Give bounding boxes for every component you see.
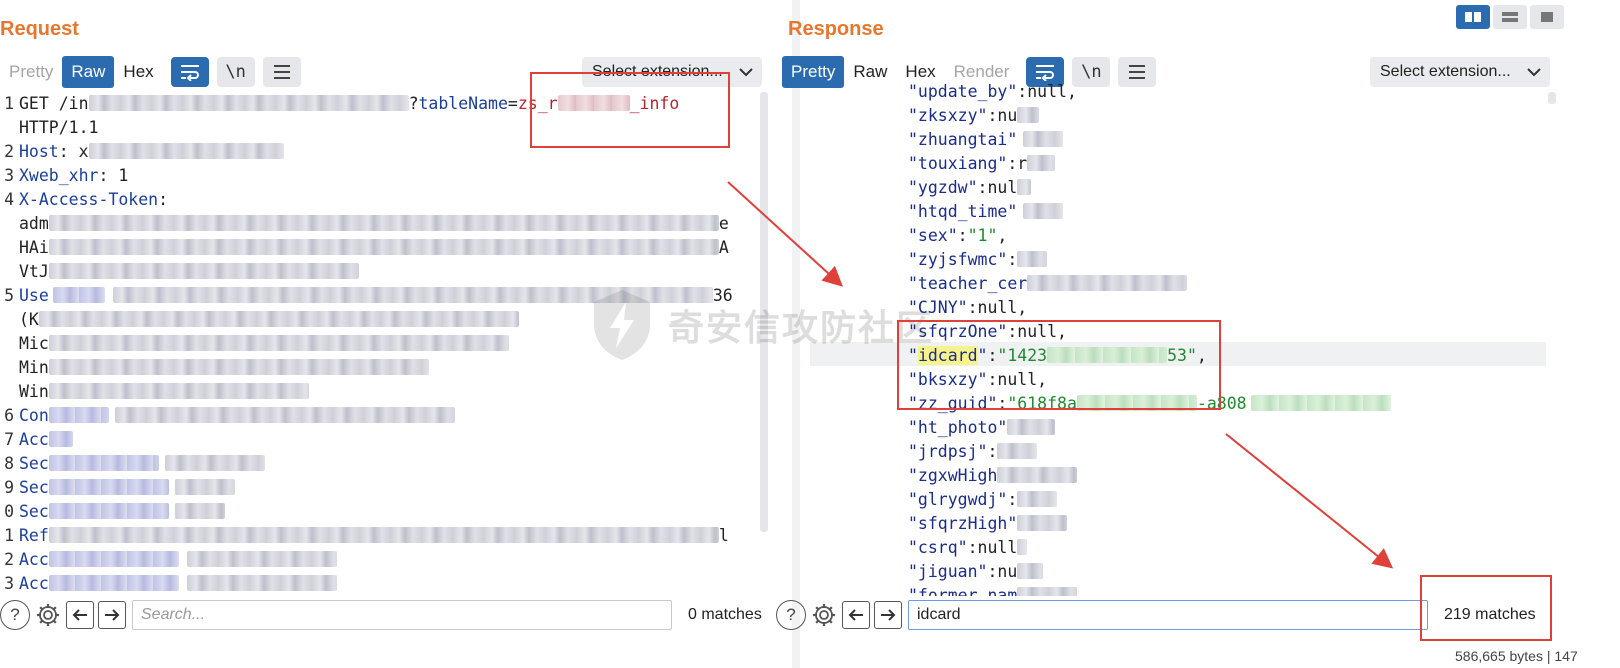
code-line: "zyjsfwmc":	[908, 248, 1048, 272]
request-menu-button[interactable]	[262, 57, 301, 87]
request-newline-button[interactable]: \n	[216, 57, 255, 87]
request-toolbar: Pretty Raw Hex \n	[0, 55, 301, 89]
chevron-down-icon	[1527, 68, 1541, 77]
code-line: "zgxwHigh	[908, 464, 1078, 488]
request-tab-raw[interactable]: Raw	[62, 56, 115, 88]
wrap-lines-icon	[180, 65, 199, 81]
question-mark-circle-icon[interactable]: ?	[776, 600, 806, 630]
code-line: "sfqrzHigh"	[908, 512, 1068, 536]
layout-toggle	[1453, 5, 1564, 29]
code-line: "zhuangtai"	[908, 128, 1064, 152]
request-title: Request	[0, 18, 79, 40]
code-line: "touxiang":r	[908, 152, 1056, 176]
gear-icon[interactable]	[809, 600, 839, 630]
response-tab-pretty[interactable]: Pretty	[782, 56, 845, 88]
response-title: Response	[788, 18, 884, 40]
arrow-left-icon[interactable]	[842, 601, 870, 629]
wrap-lines-icon	[1036, 65, 1055, 81]
code-line: "update_by":null,	[908, 82, 1077, 101]
code-line: "csrq":null	[908, 536, 1028, 560]
request-tab-hex[interactable]: Hex	[114, 56, 162, 88]
annotation-box-matches	[1420, 575, 1552, 641]
request-editor[interactable]: 1 GET /in ?tableName=zs_r _info HTTP/1.1 2…	[0, 92, 760, 596]
code-line: "glrygwdj":	[908, 488, 1058, 512]
newline-label: \n	[1081, 62, 1102, 82]
newline-label: \n	[225, 62, 246, 82]
code-line: "jiguan":nu	[908, 560, 1044, 584]
single-pane-icon	[1541, 12, 1553, 22]
layout-side-by-side-button[interactable]	[1456, 5, 1490, 29]
annotation-box-tablename	[530, 72, 730, 148]
arrow-left-icon[interactable]	[66, 601, 94, 629]
gear-icon[interactable]	[33, 600, 63, 630]
code-line: "ht_photo"	[908, 416, 1056, 440]
request-search-input[interactable]	[132, 600, 672, 630]
code-line: "sex":"1",	[908, 226, 1008, 245]
question-mark-circle-icon[interactable]: ?	[0, 600, 30, 630]
response-extension-label: Select extension...	[1380, 63, 1511, 80]
layout-stacked-button[interactable]	[1493, 5, 1527, 29]
annotation-box-idcard	[897, 320, 1221, 410]
request-tab-pretty[interactable]: Pretty	[0, 56, 62, 88]
request-wrap-lines-button[interactable]	[170, 57, 209, 87]
code-line: "CJNY":null,	[908, 298, 1028, 317]
arrow-right-icon[interactable]	[98, 601, 126, 629]
pane-divider[interactable]	[792, 0, 800, 668]
rows-icon	[1502, 12, 1518, 22]
code-line: "ygzdw":nul	[908, 176, 1032, 200]
chevron-down-icon	[739, 68, 753, 77]
layout-tabs-button[interactable]	[1530, 5, 1564, 29]
response-byte-info: 586,665 bytes | 147	[1455, 648, 1578, 664]
hamburger-menu-icon	[1129, 65, 1146, 79]
response-search-input[interactable]	[908, 600, 1428, 630]
request-scrollbar[interactable]	[760, 92, 768, 532]
response-tab-raw[interactable]: Raw	[844, 56, 896, 88]
code-line: "former_nam	[908, 584, 1078, 596]
request-search-bar: ? 0 matches	[0, 598, 762, 632]
response-scrollbar[interactable]	[1548, 92, 1556, 104]
hamburger-menu-icon	[273, 65, 290, 79]
code-line: "jrdpsj":	[908, 440, 1038, 464]
columns-icon	[1465, 12, 1481, 22]
arrow-right-icon[interactable]	[874, 601, 902, 629]
code-line: "htqd_time"	[908, 200, 1064, 224]
request-match-count: 0 matches	[688, 606, 762, 623]
code-line: "zksxzy":nu	[908, 104, 1040, 128]
code-line: "teacher_cer	[908, 272, 1188, 296]
